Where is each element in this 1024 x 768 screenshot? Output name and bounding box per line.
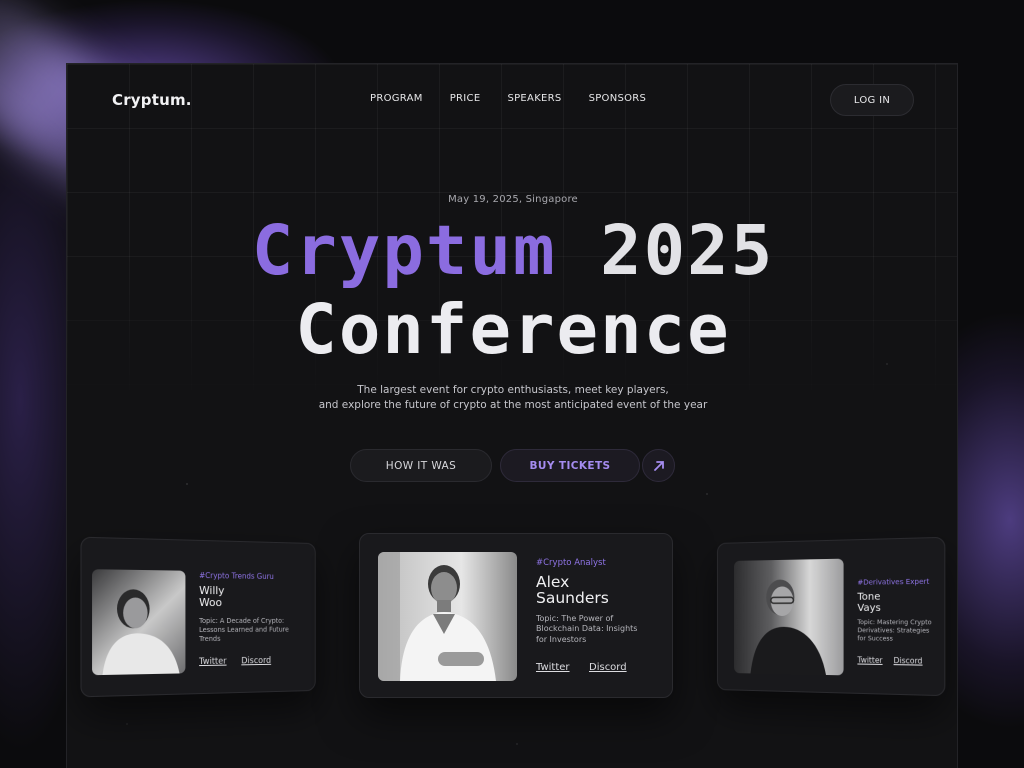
hero-title-line2: Conference bbox=[295, 290, 731, 370]
speaker-name: Tone Vays bbox=[857, 591, 881, 614]
login-button[interactable]: LOG IN bbox=[830, 84, 914, 116]
hero-subtitle-line2: and explore the future of crypto at the … bbox=[318, 399, 708, 411]
event-date-location: May 19, 2025, Singapore bbox=[448, 194, 578, 205]
twitter-link[interactable]: Twitter bbox=[199, 657, 226, 667]
speaker-photo bbox=[734, 558, 844, 676]
buy-tickets-button[interactable]: BUY TICKETS bbox=[500, 449, 640, 482]
speaker-topic: Topic: A Decade of Crypto: Lessons Learn… bbox=[199, 617, 289, 643]
hero-subtitle-line1: The largest event for crypto enthusiasts… bbox=[357, 384, 669, 396]
hero-title-line1: Cryptum 2025 bbox=[67, 208, 957, 294]
speaker-name: Willy Woo bbox=[199, 583, 225, 609]
nav-sponsors[interactable]: SPONSORS bbox=[589, 93, 647, 104]
speaker-name-line2: Woo bbox=[199, 595, 222, 609]
person-silhouette bbox=[750, 579, 827, 675]
speaker-name-line2: Vays bbox=[857, 602, 881, 614]
arrow-up-right-glyph bbox=[653, 460, 664, 471]
person-silhouette bbox=[378, 552, 496, 681]
speaker-name: Alex Saunders bbox=[536, 574, 609, 607]
speaker-tag: #Derivatives Expert bbox=[857, 577, 930, 587]
nav-speakers[interactable]: SPEAKERS bbox=[507, 93, 561, 104]
speaker-name-line1: Tone bbox=[857, 591, 881, 603]
hero-title-year: 2025 bbox=[600, 211, 775, 291]
speaker-card-tone-vays[interactable]: #Derivatives Expert Tone Vays Topic: Mas… bbox=[716, 536, 946, 697]
speaker-topic: Topic: The Power of Blockchain Data: Ins… bbox=[536, 614, 638, 644]
twitter-link[interactable]: Twitter bbox=[536, 662, 570, 673]
speaker-card-willy-woo[interactable]: #Crypto Trends Guru Willy Woo Topic: A D… bbox=[80, 536, 316, 698]
arrow-up-right-icon[interactable] bbox=[642, 449, 675, 482]
speaker-tag: #Crypto Analyst bbox=[536, 558, 606, 568]
speaker-photo bbox=[378, 552, 517, 681]
discord-link[interactable]: Discord bbox=[894, 656, 923, 666]
discord-link[interactable]: Discord bbox=[241, 656, 271, 666]
speaker-topic: Topic: Mastering Crypto Derivatives: Str… bbox=[857, 619, 932, 643]
nav-price[interactable]: PRICE bbox=[450, 93, 481, 104]
nav-program[interactable]: PROGRAM bbox=[370, 93, 423, 104]
speaker-name-line1: Willy bbox=[199, 583, 225, 598]
speaker-photo bbox=[92, 569, 186, 676]
twitter-link[interactable]: Twitter bbox=[857, 655, 882, 665]
how-it-was-button[interactable]: HOW IT WAS bbox=[350, 449, 492, 482]
main-nav: PROGRAM PRICE SPEAKERS SPONSORS bbox=[370, 93, 646, 104]
speaker-name-line2: Saunders bbox=[536, 589, 609, 608]
hero-subtitle: The largest event for crypto enthusiasts… bbox=[67, 383, 957, 413]
speaker-name-line1: Alex bbox=[536, 573, 570, 591]
person-silhouette bbox=[102, 589, 180, 676]
speaker-tag: #Crypto Trends Guru bbox=[199, 570, 274, 581]
logo[interactable]: Cryptum. bbox=[112, 91, 192, 109]
speaker-card-alex-saunders[interactable]: #Crypto Analyst Alex Saunders Topic: The… bbox=[359, 533, 673, 698]
discord-link[interactable]: Discord bbox=[589, 662, 627, 673]
hero-title-accent: Cryptum bbox=[251, 211, 557, 291]
page-frame: Cryptum. PROGRAM PRICE SPEAKERS SPONSORS… bbox=[66, 63, 958, 768]
